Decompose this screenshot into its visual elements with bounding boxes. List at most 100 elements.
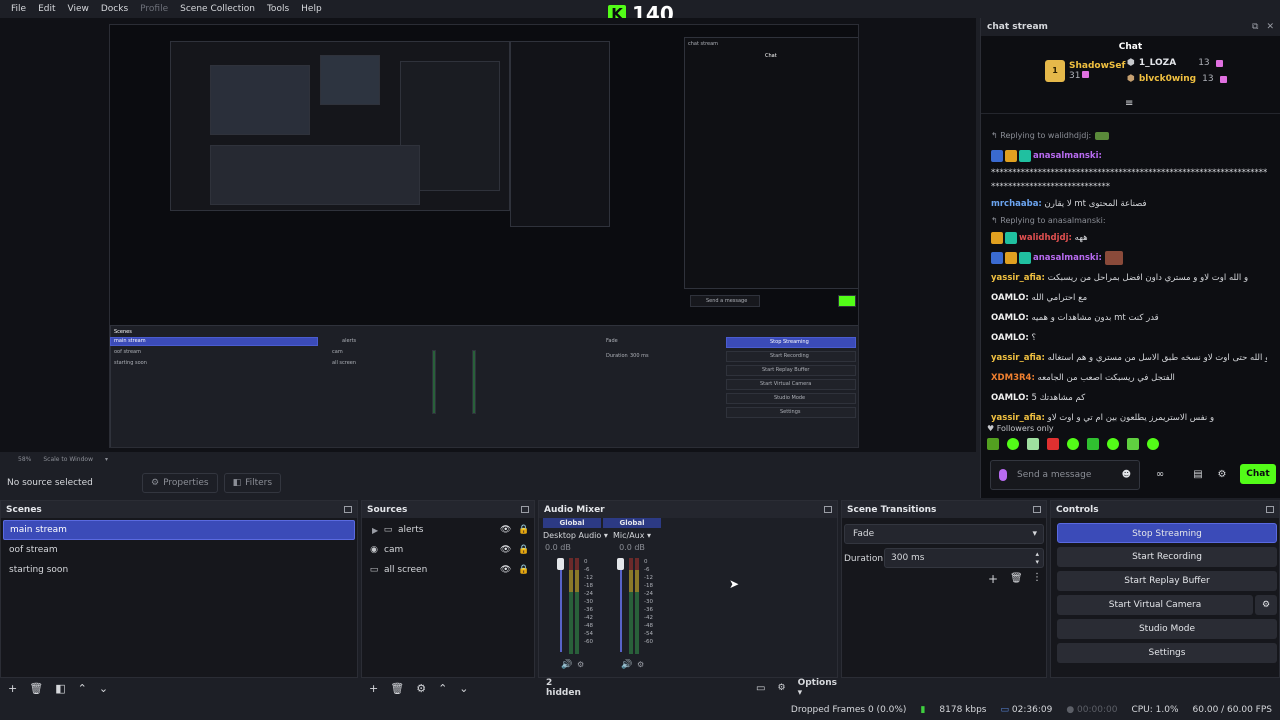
emote-icon[interactable] <box>987 438 999 450</box>
chat-username[interactable]: anasalmanski: <box>1033 253 1102 263</box>
lock-icon[interactable]: 🔒 <box>518 545 529 555</box>
volume-slider-track[interactable] <box>620 560 622 652</box>
channel-device[interactable]: Mic/Aux ▾ <box>603 528 661 540</box>
chevron-down-icon[interactable]: ▾ <box>647 531 651 540</box>
menu-edit[interactable]: Edit <box>32 4 61 14</box>
link-icon[interactable]: ∞ <box>1154 469 1166 481</box>
stop-streaming-button[interactable]: Stop Streaming <box>1057 523 1277 543</box>
emote-icon[interactable] <box>1147 438 1159 450</box>
source-item[interactable]: ▭ all screen 👁 🔒 <box>362 560 534 580</box>
volume-slider-knob[interactable] <box>617 558 624 570</box>
undock-icon[interactable] <box>1033 506 1041 513</box>
add-icon[interactable]: + <box>369 682 378 695</box>
eye-icon[interactable]: 👁 <box>500 545 511 555</box>
trash-icon[interactable]: 🗑 <box>29 682 43 695</box>
options-button[interactable]: Options ▾ <box>798 678 838 698</box>
source-item[interactable]: ▶ ▭ alerts 👁 🔒 <box>362 520 534 540</box>
undock-icon[interactable] <box>521 506 529 513</box>
speaker-icon[interactable]: 🔊 <box>621 660 632 670</box>
chat-username[interactable]: OAMLO: <box>991 313 1029 323</box>
close-icon[interactable]: ✕ <box>1266 22 1274 32</box>
chevron-down-icon[interactable]: ⌄ <box>459 682 468 695</box>
spin-arrows-icon[interactable]: ▴ ▾ <box>1035 550 1039 566</box>
zoom-percent[interactable]: 58% <box>18 456 31 463</box>
undock-icon[interactable] <box>1266 506 1274 513</box>
chat-username[interactable]: yassir_afia: <box>991 413 1045 423</box>
emote-icon[interactable] <box>1047 438 1059 450</box>
studio-mode-button[interactable]: Studio Mode <box>1057 619 1277 639</box>
microphone-icon[interactable] <box>999 469 1007 481</box>
gear-icon[interactable]: ⚙ <box>416 682 426 695</box>
emote-icon[interactable] <box>1067 438 1079 450</box>
menu-tools[interactable]: Tools <box>261 4 295 14</box>
volume-slider-track[interactable] <box>560 560 562 652</box>
menu-file[interactable]: File <box>5 4 32 14</box>
trash-icon[interactable]: 🗑 <box>390 682 404 695</box>
preview-canvas[interactable]: chat stream Chat Send a message Scenes m… <box>0 18 976 452</box>
chevron-down-icon[interactable]: ▾ <box>1032 529 1037 539</box>
start-virtual-camera-button[interactable]: Start Virtual Camera <box>1057 595 1253 615</box>
chat-username[interactable]: yassir_afia: <box>991 353 1045 363</box>
undock-icon[interactable] <box>824 506 832 513</box>
chat-username[interactable]: OAMLO: <box>991 293 1029 303</box>
properties-button[interactable]: ⚙ Properties <box>142 473 218 493</box>
speaker-icon[interactable]: 🔊 <box>561 660 572 670</box>
zoom-scale-mode[interactable]: Scale to Window <box>43 456 93 463</box>
more-icon[interactable]: ⋮ <box>1032 572 1042 583</box>
start-recording-button[interactable]: Start Recording <box>1057 547 1277 567</box>
scene-item[interactable]: starting soon <box>3 560 355 580</box>
emote-icon[interactable] <box>1127 438 1139 450</box>
undock-icon[interactable] <box>344 506 352 513</box>
store-icon[interactable]: ▤ <box>1192 469 1204 481</box>
chat-username[interactable]: XDM3R4: <box>991 373 1035 383</box>
chat-message-input[interactable]: Send a message ☻ <box>990 460 1140 490</box>
menu-docks[interactable]: Docks <box>95 4 134 14</box>
advanced-icon[interactable]: ⚙ <box>777 683 785 693</box>
emoji-icon[interactable]: ☻ <box>1122 470 1131 480</box>
chevron-down-icon[interactable]: ▾ <box>105 456 108 463</box>
volume-slider-knob[interactable] <box>557 558 564 570</box>
menu-view[interactable]: View <box>62 4 95 14</box>
settings-button[interactable]: Settings <box>1057 643 1277 663</box>
add-icon[interactable]: + <box>8 682 17 695</box>
emote-icon[interactable] <box>1087 438 1099 450</box>
eye-icon[interactable]: 👁 <box>500 565 511 575</box>
source-item[interactable]: ◉ cam 👁 🔒 <box>362 540 534 560</box>
filters-button[interactable]: ◧ Filters <box>223 473 282 493</box>
add-icon[interactable]: + <box>988 572 998 586</box>
lock-icon[interactable]: 🔒 <box>518 565 529 575</box>
undock-icon[interactable]: ⧉ <box>1252 22 1258 32</box>
chat-username[interactable]: anasalmanski: <box>1033 151 1102 161</box>
virtual-camera-settings-button[interactable]: ⚙ <box>1255 595 1277 615</box>
trash-icon[interactable]: 🗑 <box>1010 573 1023 584</box>
start-replay-buffer-button[interactable]: Start Replay Buffer <box>1057 571 1277 591</box>
layout-icon[interactable]: ▭ <box>756 683 765 694</box>
mixer-settings-icon[interactable]: ⚙ <box>577 660 584 669</box>
transition-select[interactable]: Fade ▾ <box>844 524 1044 544</box>
filter-icon[interactable]: ◧ <box>55 682 65 695</box>
hidden-count[interactable]: 2 hidden <box>546 678 584 698</box>
expand-leaderboard-icon[interactable]: ≡ <box>1125 98 1133 109</box>
chat-username[interactable]: yassir_afia: <box>991 273 1045 283</box>
chat-send-button[interactable]: Chat <box>1240 464 1276 484</box>
chevron-down-icon[interactable]: ⌄ <box>99 682 108 695</box>
channel-device[interactable]: Desktop Audio ▾ <box>543 528 608 540</box>
scene-item[interactable]: oof stream <box>3 540 355 560</box>
mixer-settings-icon[interactable]: ⚙ <box>637 660 644 669</box>
chat-username[interactable]: mrchaaba: <box>991 199 1042 209</box>
gear-icon[interactable]: ⚙ <box>1216 469 1228 481</box>
emote-icon[interactable] <box>1027 438 1039 450</box>
menu-profile[interactable]: Profile <box>134 4 174 14</box>
emote-icon[interactable] <box>1107 438 1119 450</box>
eye-icon[interactable]: 👁 <box>500 525 511 535</box>
menu-scene-collection[interactable]: Scene Collection <box>174 4 261 14</box>
chevron-up-icon[interactable]: ⌃ <box>78 682 87 695</box>
chat-username[interactable]: OAMLO: <box>991 333 1029 343</box>
duration-input[interactable]: 300 ms ▴ ▾ <box>884 548 1044 568</box>
lock-icon[interactable]: 🔒 <box>518 525 529 535</box>
menu-help[interactable]: Help <box>295 4 328 14</box>
chevron-up-icon[interactable]: ⌃ <box>438 682 447 695</box>
scene-item[interactable]: main stream <box>3 520 355 540</box>
chat-username[interactable]: walidhdjdj: <box>1019 233 1072 243</box>
emote-icon[interactable] <box>1007 438 1019 450</box>
